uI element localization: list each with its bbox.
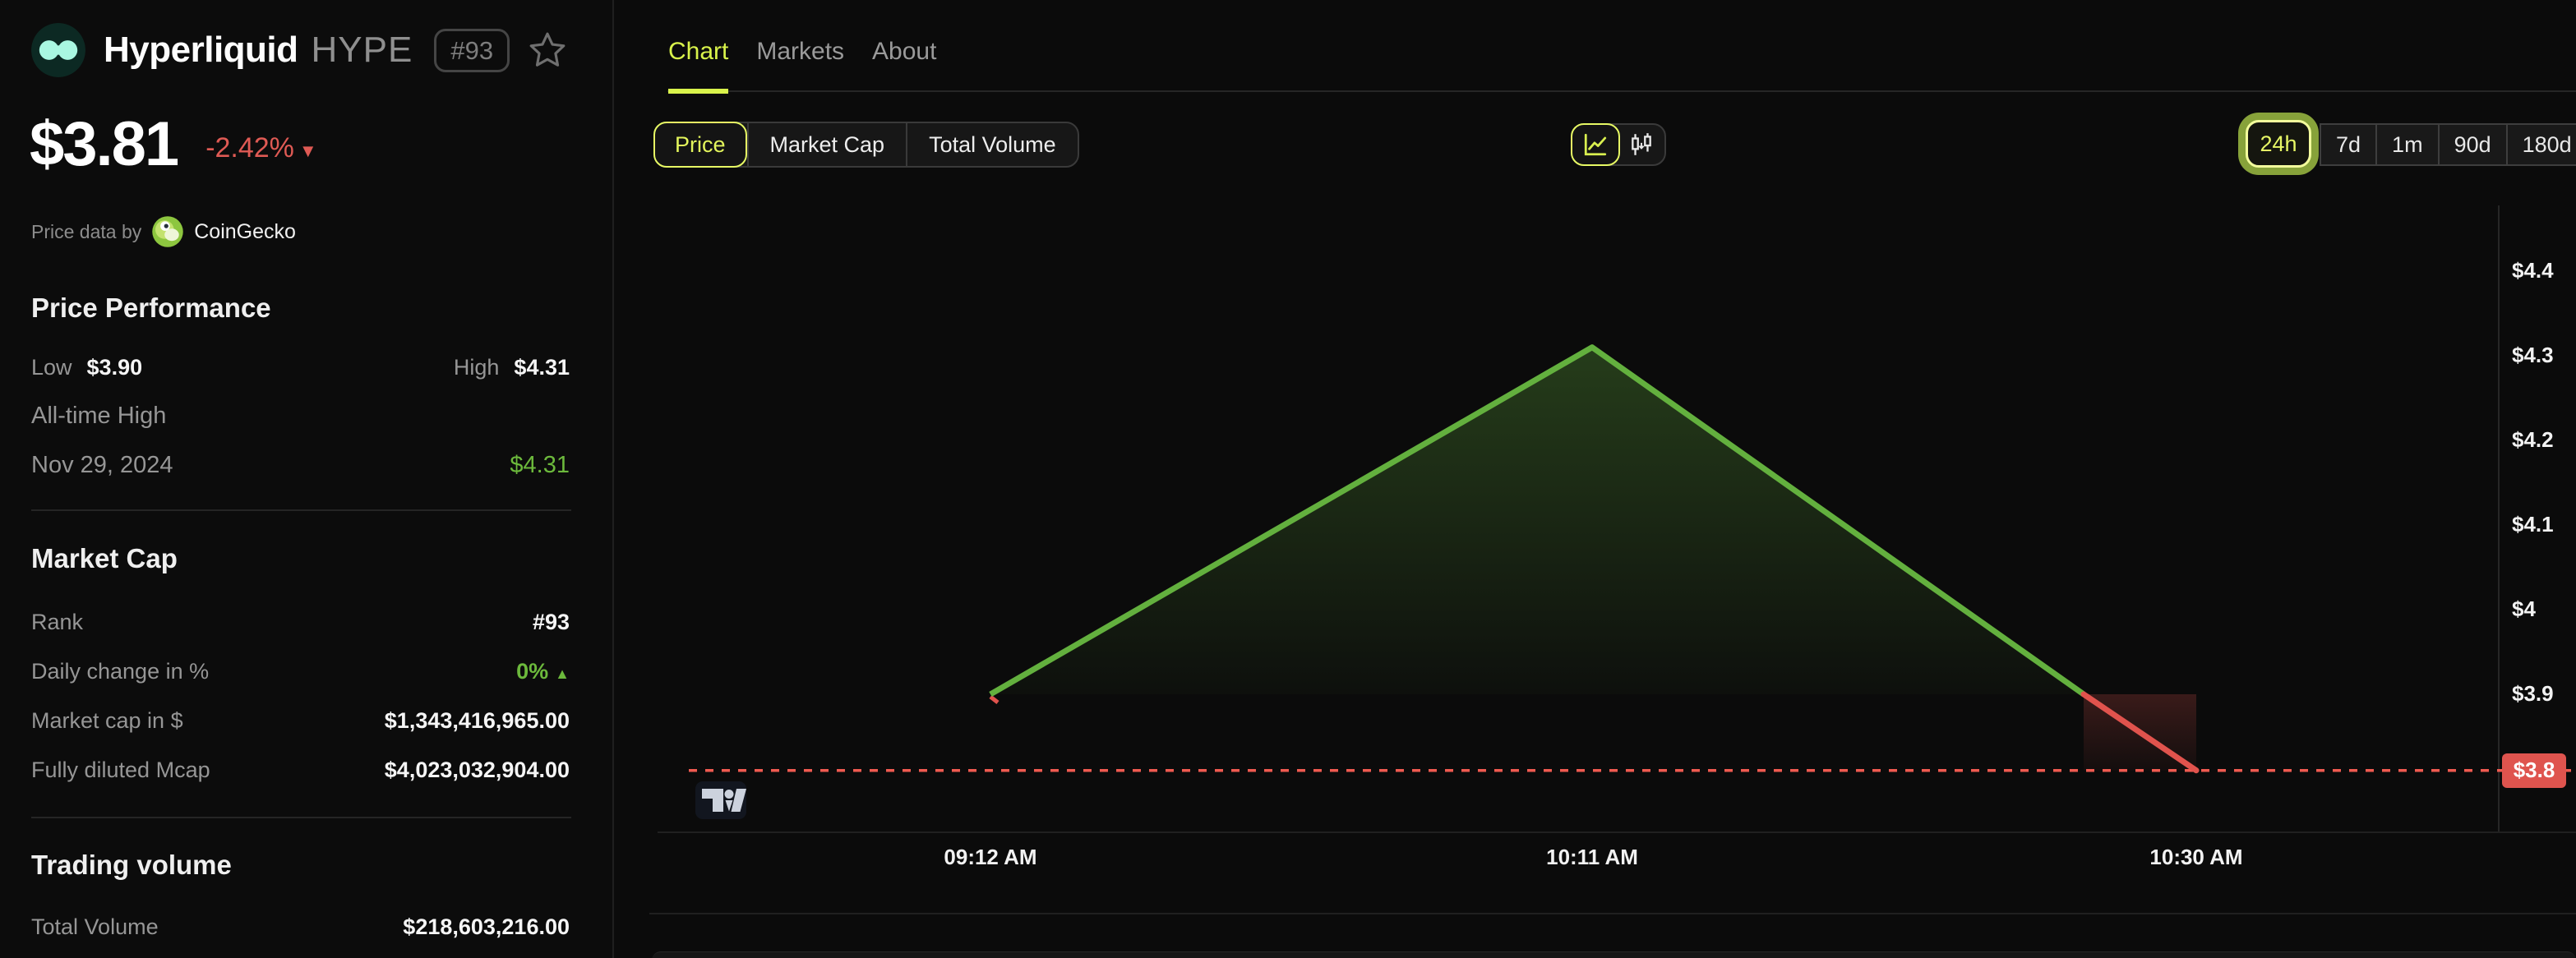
y-tick-label: $4.4: [2512, 258, 2554, 283]
tradingview-logo[interactable]: [695, 781, 746, 819]
area-fill-up: [990, 347, 2084, 694]
x-tick-label: 09:12 AM: [944, 845, 1037, 869]
y-tick-label: $3.9: [2512, 681, 2554, 706]
next-section-edge: [652, 951, 2576, 958]
divider: [649, 913, 2576, 914]
y-tick-label: $4: [2512, 596, 2536, 621]
last-price-badge: $3.8: [2502, 753, 2566, 788]
y-tick-label: $4.3: [2512, 343, 2554, 367]
price-chart-canvas[interactable]: [0, 0, 2576, 958]
hyperliquid-price-widget: Hyperliquid HYPE #93 $3.81 -2.42% ▼ Price…: [0, 0, 2576, 958]
first-point-down-tick: [989, 695, 999, 704]
y-tick-label: $4.2: [2512, 427, 2554, 452]
x-tick-label: 10:30 AM: [2149, 845, 2243, 869]
x-tick-label: 10:11 AM: [1546, 845, 1638, 869]
y-tick-label: $4.1: [2512, 512, 2554, 537]
